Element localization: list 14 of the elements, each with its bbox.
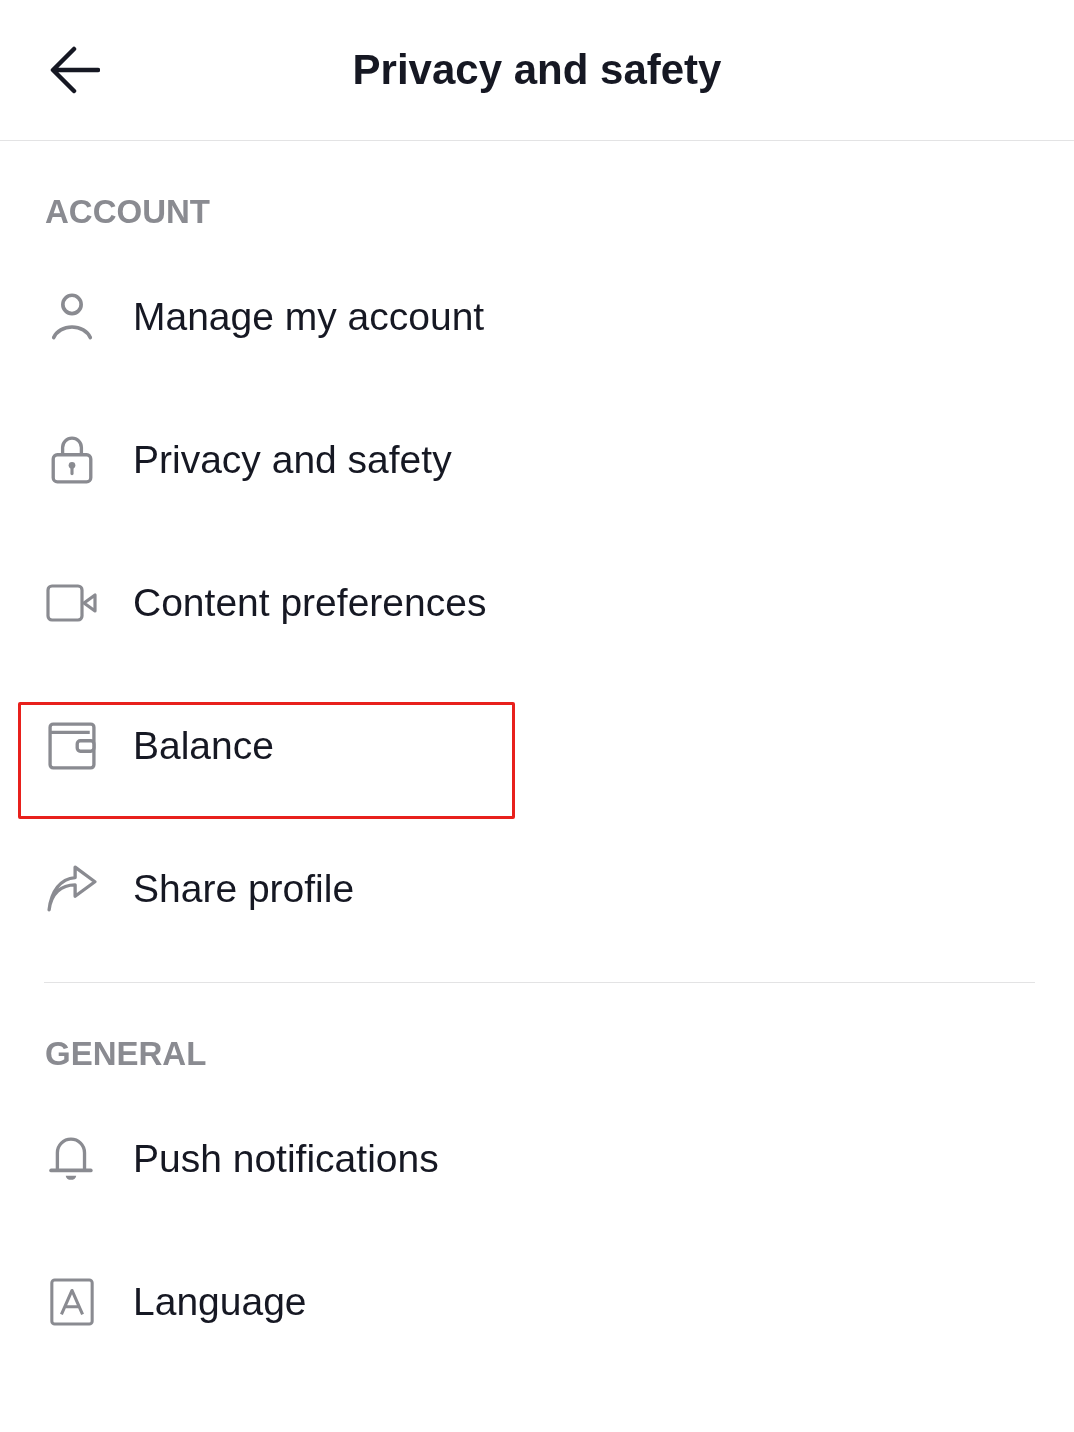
back-arrow-icon — [50, 46, 100, 94]
wallet-icon — [46, 722, 98, 770]
settings-item[interactable]: Language — [46, 1278, 307, 1326]
section-heading: ACCOUNT — [45, 192, 210, 232]
settings-item[interactable]: Manage my account — [46, 293, 485, 341]
settings-item[interactable]: Balance — [46, 722, 274, 770]
page-title: Privacy and safety — [352, 45, 722, 95]
settings-item[interactable]: Content preferences — [46, 579, 487, 627]
settings-item[interactable]: Push notifications — [46, 1135, 439, 1183]
settings-item[interactable]: Share profile — [46, 865, 355, 913]
section-heading: GENERAL — [45, 1034, 207, 1074]
back-button[interactable] — [50, 46, 100, 94]
share-arrow-icon — [46, 865, 98, 913]
settings-item[interactable]: Privacy and safety — [46, 436, 452, 484]
